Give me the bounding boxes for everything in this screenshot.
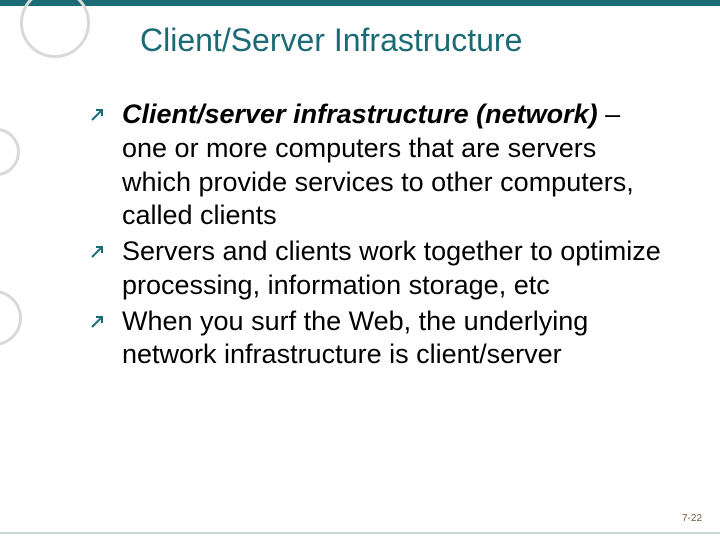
decorative-circle [20,0,90,58]
bottom-divider [0,532,720,534]
bullet-text: When you surf the Web, the underlying ne… [122,305,670,373]
page-number: 7-22 [682,513,702,524]
slide-content: Client/server infrastructure (network) –… [90,98,670,374]
bullet-text: Servers and clients work together to opt… [122,235,670,303]
bullet-text: Client/server infrastructure (network) –… [122,98,670,233]
bullet-item: Client/server infrastructure (network) –… [90,98,670,233]
bullet-emphasis: Client/server infrastructure (network) [122,99,598,129]
arrow-up-right-icon [90,235,122,259]
bullet-rest: When you surf the Web, the underlying ne… [122,306,588,370]
slide: Client/Server Infrastructure Client/serv… [0,0,720,540]
arrow-up-right-icon [90,305,122,329]
bullet-item: When you surf the Web, the underlying ne… [90,305,670,373]
arrow-up-right-icon [90,98,122,122]
top-divider [0,0,720,6]
decorative-circle [0,290,22,346]
bullet-item: Servers and clients work together to opt… [90,235,670,303]
slide-title: Client/Server Infrastructure [140,22,522,59]
bullet-rest: Servers and clients work together to opt… [122,236,661,300]
decorative-circle [0,128,20,176]
